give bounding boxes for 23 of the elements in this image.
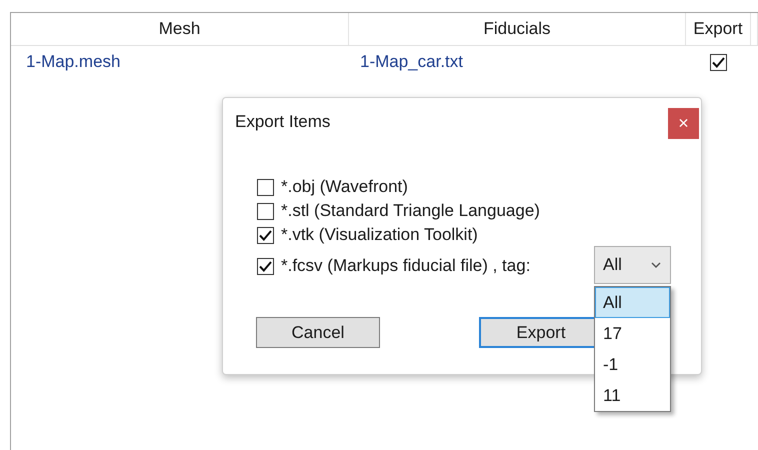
option-label: *.fcsv (Markups fiducial file) , tag:	[281, 256, 530, 276]
option-checkbox[interactable]	[257, 226, 274, 244]
dropdown-option[interactable]: 11	[595, 380, 670, 411]
option-label: *.obj (Wavefront)	[281, 177, 408, 197]
close-button[interactable]: ×	[668, 108, 699, 139]
dropdown-option[interactable]: All	[595, 287, 670, 318]
cancel-button[interactable]: Cancel	[256, 317, 380, 348]
option-label: *.stl (Standard Triangle Language)	[281, 201, 540, 221]
check-icon	[259, 230, 272, 240]
table-cell-text: 1-Map_car.txt	[359, 52, 464, 72]
option-label: *.vtk (Visualization Toolkit)	[281, 225, 478, 245]
dropdown-option[interactable]: -1	[595, 349, 670, 380]
export-checkbox[interactable]	[710, 54, 727, 70]
table-cell-text: 1-Map.mesh	[25, 52, 122, 72]
dialog-title: Export Items	[235, 112, 330, 132]
option-checkbox[interactable]	[257, 202, 274, 220]
check-icon	[259, 260, 272, 272]
chevron-down-icon	[651, 262, 661, 268]
check-icon	[712, 56, 725, 68]
tag-dropdown[interactable]: All	[594, 246, 671, 284]
option-checkbox[interactable]	[257, 258, 274, 274]
dropdown-option[interactable]: 17	[595, 318, 670, 349]
option-checkbox[interactable]	[257, 178, 274, 196]
